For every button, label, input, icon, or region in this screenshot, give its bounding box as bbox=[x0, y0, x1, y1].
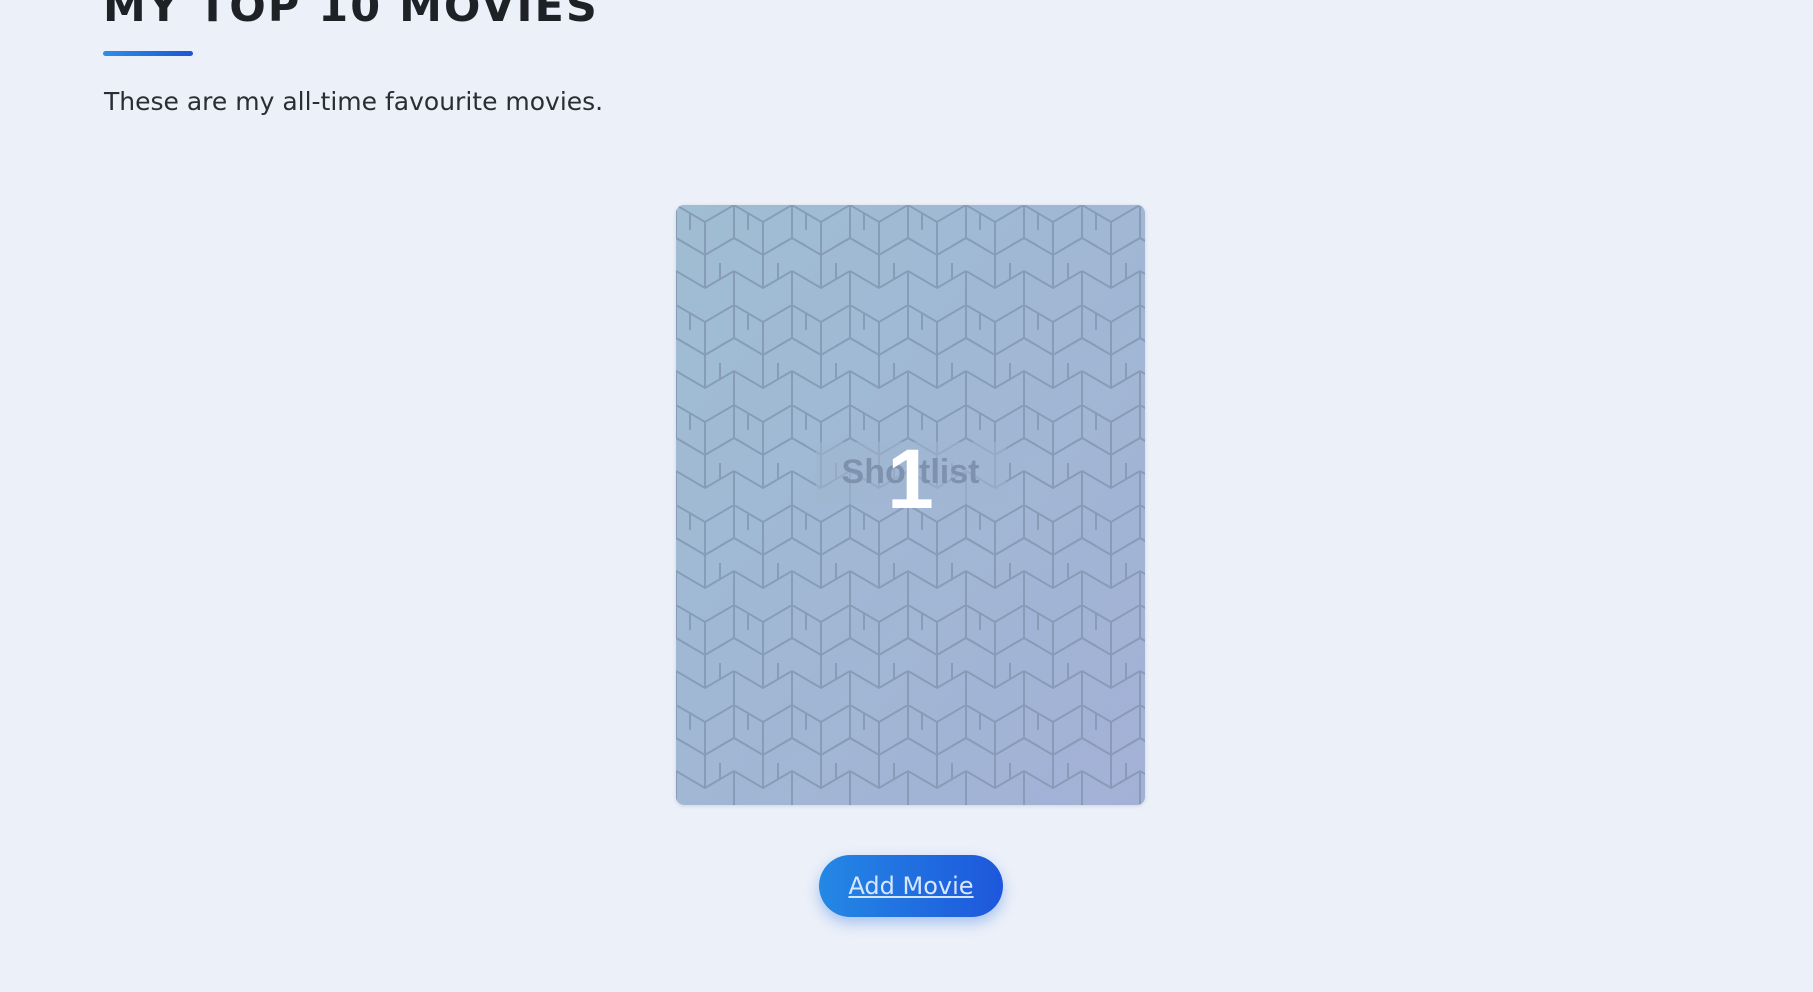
title-underline bbox=[103, 51, 193, 56]
page-subtitle: These are my all-time favourite movies. bbox=[104, 87, 604, 116]
page-title: MY TOP 10 MOVIES bbox=[103, 0, 599, 32]
add-movie-label: Add Movie bbox=[848, 872, 974, 900]
movie-rank: 1 bbox=[887, 432, 934, 526]
movie-card[interactable]: Shortlist 1 bbox=[676, 205, 1145, 805]
page: MY TOP 10 MOVIES These are my all-time f… bbox=[0, 0, 1813, 992]
add-movie-button[interactable]: Add Movie bbox=[819, 855, 1003, 917]
